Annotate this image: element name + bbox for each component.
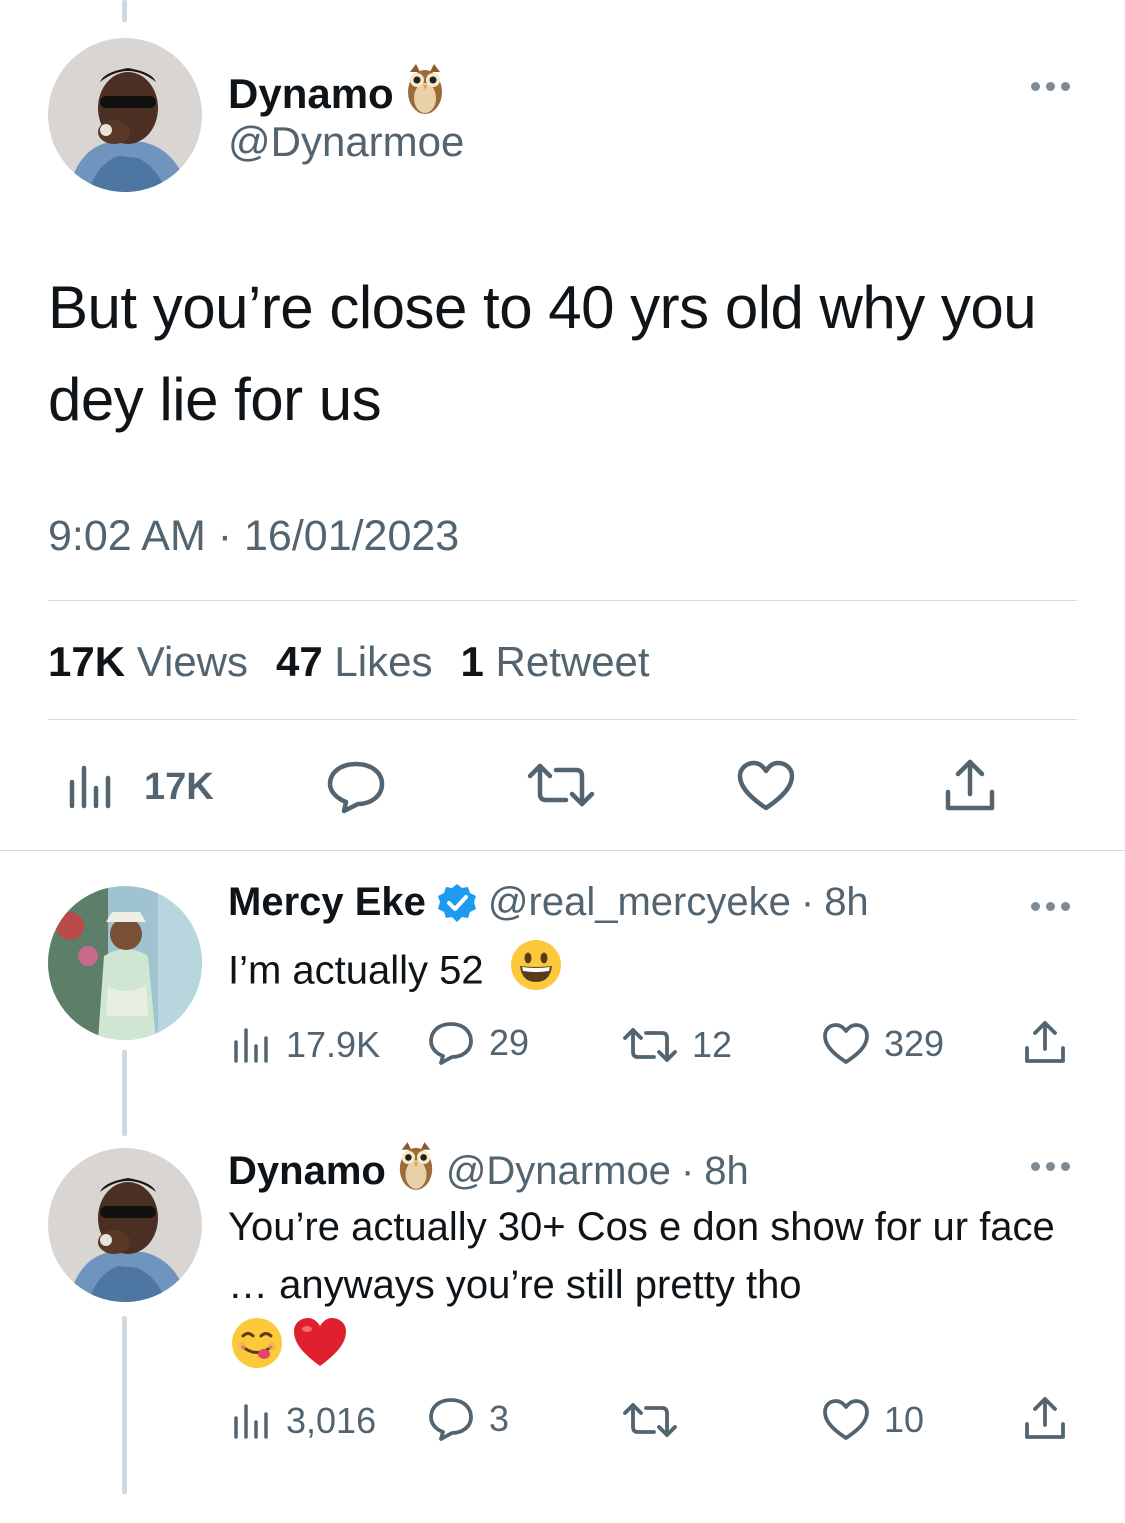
analytics-icon [234,1028,268,1063]
likes-stat[interactable]: 47 Likes [276,638,432,686]
reply-icon [429,1022,473,1065]
verified-badge-icon [437,883,476,922]
reply-icon [327,761,385,814]
analytics-icon [234,1404,268,1439]
author-handle[interactable]: @real_mercyeke [488,880,791,925]
red-heart-emoji-icon [292,1316,348,1375]
dot-separator: · [217,512,244,560]
dot-separator: · [800,880,815,924]
divider [48,600,1077,601]
views-count: 3,016 [286,1400,377,1441]
reply-button[interactable]: 3 [427,1396,509,1442]
share-icon [1025,1397,1065,1439]
heart-icon [823,1399,869,1440]
reply-text: You’re actually 30+ Cos e don show for u… [228,1205,1055,1307]
author-name-row[interactable]: Dynamo [228,62,446,126]
reply-button[interactable]: 29 [427,1020,529,1066]
reply-header: Mercy Eke @real_mercyeke · 8h [228,880,869,925]
share-button[interactable] [1022,1396,1068,1442]
thread-line-bottom [122,1316,127,1494]
reply-age[interactable]: 8h [704,1149,749,1194]
reply-count: 3 [489,1398,510,1439]
like-count: 10 [884,1399,925,1440]
avatar[interactable] [48,886,202,1040]
like-button[interactable]: 10 [822,1398,924,1442]
retweet-button[interactable] [622,1400,692,1440]
avatar-dynamo-image [48,38,202,192]
tweet-stats: 17K Views 47 Likes 1 Retweet [48,638,650,686]
reply-count: 29 [489,1022,530,1063]
like-count: 329 [884,1023,945,1064]
face-savoring-food-emoji-icon [230,1316,284,1375]
retweet-count: 12 [692,1024,733,1065]
owl-emoji-icon [396,1140,436,1202]
share-icon [1025,1021,1065,1063]
avatar-mercy-eke-image [48,886,202,1040]
reply-button[interactable] [326,758,386,814]
heart-icon [823,1023,869,1064]
retweet-button[interactable]: 12 [622,1024,732,1066]
author-handle[interactable]: @Dynarmoe [446,1149,671,1194]
reply-emojis [230,1316,348,1375]
analytics-icon [69,765,111,809]
heart-icon [737,760,795,811]
more-options-icon[interactable] [1031,1162,1070,1171]
views-button[interactable]: 17K [66,764,214,810]
tweet-time: 9:02 AM [48,512,206,560]
reply-icon [429,1398,473,1441]
views-count: 17K [144,765,214,808]
tweet-timestamp[interactable]: 9:02 AM · 16/01/2023 [48,512,459,561]
views-button[interactable]: 3,016 [232,1400,376,1442]
reply-header: Dynamo @Dynarmoe · 8h [228,1140,749,1202]
author-name[interactable]: Dynamo [228,70,394,118]
tweet-text: But you’re close to 40 yrs old why you d… [48,274,1037,433]
views-count: 17.9K [286,1024,381,1065]
thread-line-top [122,0,127,22]
like-button[interactable]: 329 [822,1022,944,1066]
reply-age[interactable]: 8h [824,880,869,925]
retweet-icon [623,1403,677,1437]
retweet-icon [623,1028,677,1062]
avatar[interactable] [48,38,202,192]
divider [0,850,1125,851]
retweet-button[interactable] [526,760,596,810]
tweet-date: 16/01/2023 [244,512,460,560]
views-button[interactable]: 17.9K [232,1024,380,1066]
retweet-icon [527,763,595,807]
grinning-face-emoji-icon [509,938,563,1008]
avatar-dynamo-image [48,1148,202,1302]
more-options-icon[interactable] [1031,82,1070,91]
avatar[interactable] [48,1148,202,1302]
owl-emoji-icon [404,62,446,126]
share-icon [945,759,995,811]
reply-text-row: I’m actually 52 [228,938,1068,1008]
divider [48,719,1077,720]
like-button[interactable] [737,760,795,812]
dot-separator: · [680,1148,695,1193]
thread-line-mid [122,1050,127,1136]
views-stat[interactable]: 17K Views [48,638,248,686]
author-name[interactable]: Mercy Eke [228,880,426,925]
author-name[interactable]: Dynamo [228,1149,386,1194]
retweets-stat[interactable]: 1 Retweet [460,638,649,686]
author-handle[interactable]: @Dynarmoe [228,118,464,166]
share-button[interactable] [942,758,998,814]
share-button[interactable] [1022,1020,1068,1066]
more-options-icon[interactable] [1031,902,1070,911]
reply-text: I’m actually 52 [228,948,484,993]
